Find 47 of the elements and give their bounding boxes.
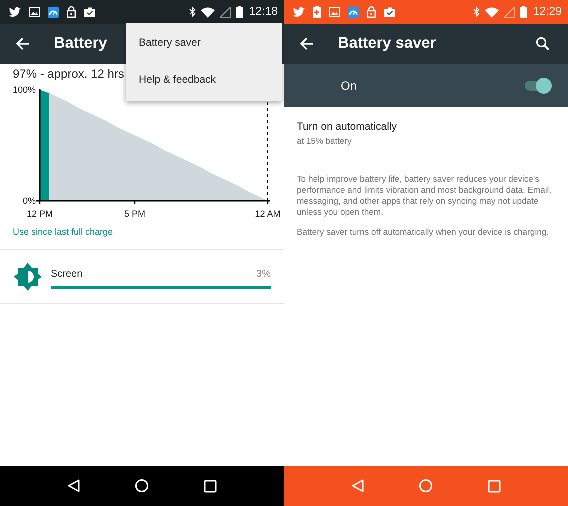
bluetooth-icon — [473, 6, 480, 18]
battery-plus-icon — [313, 6, 321, 18]
back-arrow-icon[interactable] — [300, 37, 314, 51]
bird-icon — [9, 6, 21, 18]
setting-title[interactable]: Turn on automatically — [297, 121, 397, 133]
search-icon[interactable] — [536, 37, 550, 51]
switch-label: On — [341, 78, 358, 92]
home-icon[interactable] — [135, 479, 150, 493]
back-arrow-icon[interactable] — [16, 37, 30, 51]
battery-icon — [236, 6, 244, 18]
wifi-icon — [201, 6, 216, 18]
screen-title: Battery saver — [338, 35, 436, 53]
menu-item[interactable]: Help & feedback — [126, 62, 282, 99]
description-text: To help improve battery life, battery saver reduces your device's performance and limits vibration and most background data. Email, messaging, and other apps that rely on syncing may not update unless you open them. — [297, 174, 552, 218]
speedometer-icon — [348, 6, 359, 18]
signal-icon — [220, 6, 232, 18]
usage-percent: 3% — [256, 268, 271, 280]
setting-summary: at 15% battery — [297, 136, 352, 146]
speedometer-icon — [48, 6, 59, 18]
bird-icon — [293, 6, 305, 18]
recents-icon[interactable] — [204, 480, 217, 492]
wifi-icon — [485, 6, 500, 18]
description-text: Battery saver turns off automatically when your device is charging. — [297, 227, 550, 238]
battery-icon — [520, 6, 528, 18]
x-tick-label: 12 PM — [27, 209, 53, 219]
x-tick-label: 5 PM — [124, 209, 146, 219]
brightness-icon — [13, 262, 43, 292]
lock-icon — [67, 6, 76, 18]
x-tick-label: 12 AM — [255, 209, 281, 219]
signal-icon — [504, 6, 516, 18]
y-tick-label: 0% — [22, 196, 36, 206]
image-icon — [29, 7, 40, 17]
battery-summary: 97% - approx. 12 hrs — [13, 67, 124, 82]
history-link[interactable]: Use since last full charge — [0, 223, 114, 249]
clock: 12:18 — [249, 6, 278, 18]
briefcase-check-icon — [84, 6, 96, 18]
back-icon[interactable] — [67, 479, 82, 493]
screen-title: Battery — [54, 35, 108, 53]
y-tick-label: 100% — [12, 85, 36, 95]
toggle-switch[interactable] — [524, 78, 552, 94]
briefcase-check-icon — [384, 6, 396, 18]
image-icon — [329, 7, 340, 17]
clock: 12:29 — [533, 6, 562, 18]
lock-icon — [367, 6, 376, 18]
app-name: Screen — [51, 268, 83, 280]
menu-item[interactable]: Battery saver — [126, 25, 282, 62]
bluetooth-icon — [189, 6, 196, 18]
